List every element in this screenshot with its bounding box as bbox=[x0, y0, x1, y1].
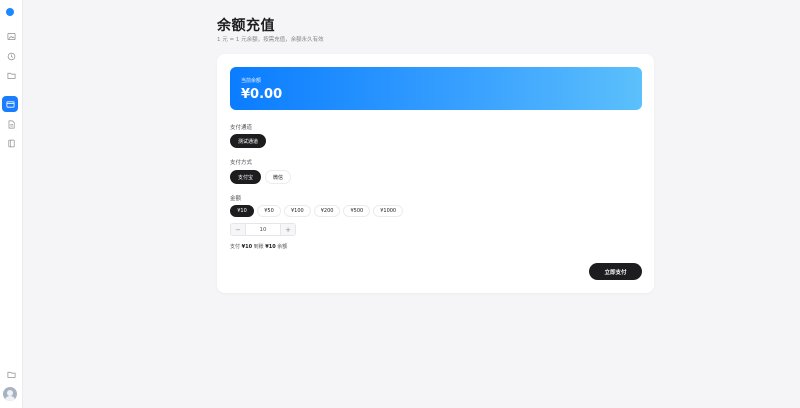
channel-option-test[interactable]: 测试通道 bbox=[230, 134, 267, 148]
amount-stepper: − 10 + bbox=[230, 223, 296, 236]
increment-button[interactable]: + bbox=[281, 224, 295, 235]
amount-option-1000[interactable]: ¥1000 bbox=[373, 205, 404, 217]
method-options: 支付宝 微信 bbox=[230, 170, 292, 184]
amount-input[interactable]: 10 bbox=[245, 224, 281, 235]
document-icon[interactable] bbox=[4, 117, 19, 132]
page-title: 余额充值 bbox=[217, 18, 275, 34]
decrement-button[interactable]: − bbox=[231, 224, 245, 235]
summary-pay-prefix: 支付 bbox=[230, 244, 241, 250]
amount-label: 金额 bbox=[230, 196, 242, 202]
amount-option-10[interactable]: ¥10 bbox=[230, 205, 254, 217]
logo bbox=[6, 8, 14, 16]
amount-option-50[interactable]: ¥50 bbox=[257, 205, 281, 217]
amount-options: ¥10 ¥50 ¥100 ¥200 ¥500 ¥1000 bbox=[230, 205, 404, 217]
channel-label: 支付通道 bbox=[230, 125, 253, 131]
pay-now-button[interactable]: 立即支付 bbox=[589, 263, 642, 280]
summary-get-prefix: 到账 bbox=[253, 244, 264, 250]
clock-icon[interactable] bbox=[4, 49, 19, 64]
folder-icon[interactable] bbox=[4, 68, 19, 83]
payment-summary: 支付 ¥10 到账 ¥10 余额 bbox=[230, 243, 287, 250]
folder-icon[interactable] bbox=[4, 367, 19, 382]
avatar[interactable] bbox=[3, 387, 17, 401]
sidebar bbox=[0, 0, 23, 408]
summary-suffix: 余额 bbox=[277, 244, 288, 250]
amount-option-100[interactable]: ¥100 bbox=[284, 205, 311, 217]
card-icon[interactable] bbox=[2, 96, 18, 112]
page-subtitle: 1 元 = 1 元余额，按需充值，余额永久有效 bbox=[217, 37, 324, 43]
summary-pay-amount: ¥10 bbox=[241, 244, 253, 250]
balance-label: 当前余额 bbox=[241, 78, 262, 84]
summary-get-amount: ¥10 bbox=[265, 244, 276, 250]
method-option-alipay[interactable]: 支付宝 bbox=[230, 170, 262, 184]
balance-panel: 当前余额 ¥0.00 bbox=[230, 67, 642, 110]
book-icon[interactable] bbox=[4, 136, 19, 151]
channel-options: 测试通道 bbox=[230, 134, 267, 148]
balance-value: ¥0.00 bbox=[241, 87, 283, 102]
recharge-card: 当前余额 ¥0.00 支付通道 测试通道 支付方式 支付宝 微信 金额 ¥10 … bbox=[217, 54, 654, 293]
amount-option-200[interactable]: ¥200 bbox=[313, 205, 341, 217]
image-icon[interactable] bbox=[4, 29, 19, 44]
amount-option-500[interactable]: ¥500 bbox=[343, 205, 371, 217]
method-option-wechat[interactable]: 微信 bbox=[265, 170, 292, 184]
method-label: 支付方式 bbox=[230, 160, 253, 166]
